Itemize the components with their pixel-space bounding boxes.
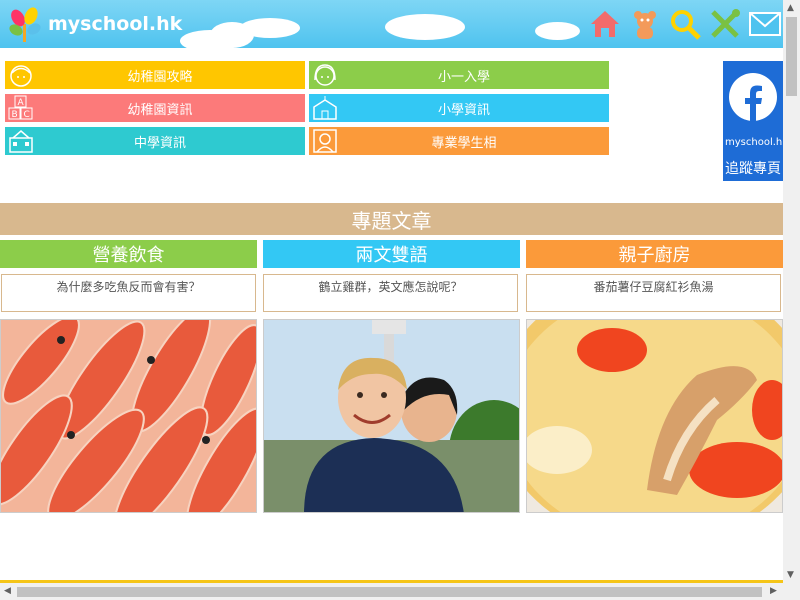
svg-text:A: A — [18, 98, 25, 108]
svg-text:C: C — [24, 110, 30, 120]
category-tab-kitchen[interactable]: 親子廚房 — [526, 240, 783, 268]
header-icon-bar — [587, 6, 783, 42]
bear-icon[interactable] — [627, 6, 663, 42]
tree-logo-icon — [9, 7, 41, 42]
menu-label: 小學資訊 — [437, 102, 490, 118]
category-label: 親子廚房 — [618, 245, 691, 266]
section-title-bar: 專題文章 — [0, 203, 783, 235]
menu-label: 專業學生相 — [431, 135, 497, 151]
red-fish-photo — [1, 320, 256, 512]
scroll-right-arrow-icon[interactable]: ▶ — [770, 586, 777, 596]
cloud-decoration — [535, 22, 580, 40]
category-tab-nutrition[interactable]: 營養飲食 — [0, 240, 257, 268]
article-image-fish[interactable] — [0, 319, 257, 513]
site-header: myschool.hk — [0, 0, 783, 48]
scroll-down-arrow-icon[interactable]: ▼ — [787, 570, 794, 580]
article-title-link[interactable]: 為什麼多吃魚反而會有害？ — [1, 274, 256, 312]
school-building-icon — [313, 96, 337, 120]
scroll-up-arrow-icon[interactable]: ▲ — [787, 3, 794, 13]
vertical-scroll-thumb[interactable] — [786, 17, 797, 96]
article-title: 為什麼多吃魚反而會有害？ — [56, 280, 201, 294]
cloud-decoration — [240, 18, 300, 38]
horizontal-scroll-thumb[interactable] — [17, 587, 762, 597]
category-label: 兩文雙語 — [355, 245, 428, 266]
article-title-link[interactable]: 番茄薯仔豆腐紅衫魚湯 — [526, 274, 781, 312]
facebook-page-name: myschool.hk — [725, 137, 789, 148]
child-face-icon — [10, 65, 32, 87]
facebook-icon — [729, 73, 777, 121]
facebook-follow-label: 追蹤專頁 — [725, 161, 781, 177]
tools-icon[interactable] — [707, 6, 743, 42]
menu-label: 幼稚園攻略 — [127, 69, 193, 85]
scroll-left-arrow-icon[interactable]: ◀ — [4, 586, 11, 596]
article-image-soup[interactable] — [526, 319, 783, 513]
menu-label: 小一入學 — [437, 69, 490, 85]
search-icon[interactable] — [667, 6, 703, 42]
abc-blocks-icon: A B C — [8, 95, 33, 120]
article-title: 鶴立雞群，英文應怎說呢？ — [318, 280, 463, 294]
category-label: 營養飲食 — [92, 245, 165, 266]
fish-soup-photo — [527, 320, 782, 512]
mail-icon[interactable] — [747, 6, 783, 42]
cloud-decoration — [385, 14, 465, 40]
home-icon[interactable] — [587, 6, 623, 42]
logo-text: myschool.hk — [48, 13, 183, 35]
article-title-link[interactable]: 鶴立雞群，英文應怎說呢？ — [263, 274, 518, 312]
facebook-follow-box[interactable]: myschool.hk 追蹤專頁 — [723, 61, 788, 181]
menu-secondary-info[interactable]: 中學資訊 — [5, 127, 305, 155]
menu-kindergarten-info[interactable]: A B C 幼稚園資訊 — [5, 94, 305, 122]
category-tab-bilingual[interactable]: 兩文雙語 — [263, 240, 520, 268]
high-school-icon — [9, 130, 33, 153]
menu-kindergarten-guide[interactable]: 幼稚園攻略 — [5, 61, 305, 89]
menu-student-photos[interactable]: 專業學生相 — [309, 127, 609, 155]
article-image-kids[interactable] — [263, 319, 520, 513]
menu-primary-info[interactable]: 小學資訊 — [309, 94, 609, 122]
portrait-icon — [313, 129, 337, 153]
site-logo[interactable]: myschool.hk — [8, 6, 182, 42]
section-title: 專題文章 — [351, 208, 432, 233]
article-title: 番茄薯仔豆腐紅衫魚湯 — [593, 280, 714, 294]
menu-label: 中學資訊 — [133, 135, 186, 151]
menu-primary-admission[interactable]: 小一入學 — [309, 61, 609, 89]
children-photo — [264, 320, 519, 512]
menu-label: 幼稚園資訊 — [127, 102, 193, 118]
girl-face-icon — [314, 64, 336, 86]
svg-text:B: B — [12, 110, 18, 120]
